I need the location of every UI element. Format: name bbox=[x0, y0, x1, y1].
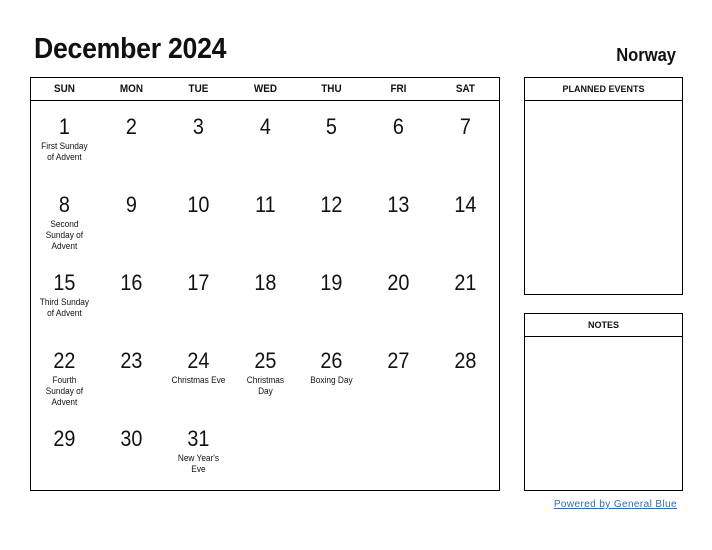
day-cell bbox=[232, 413, 299, 491]
day-number: 30 bbox=[120, 426, 143, 451]
day-number: 5 bbox=[326, 114, 338, 139]
day-cell: 2 bbox=[98, 101, 165, 179]
powered-by-link[interactable]: Powered by General Blue bbox=[554, 499, 677, 510]
day-cell: 20 bbox=[365, 257, 432, 335]
day-cell: 10 bbox=[165, 179, 232, 257]
day-number: 29 bbox=[53, 426, 76, 451]
day-cell: 11 bbox=[232, 179, 299, 257]
holiday-label: Christmas Day bbox=[246, 375, 284, 396]
day-cell: 30 bbox=[98, 413, 165, 491]
day-cell: 7 bbox=[432, 101, 499, 179]
day-cell: 6 bbox=[365, 101, 432, 179]
day-cell: 27 bbox=[365, 335, 432, 413]
day-cell: 3 bbox=[165, 101, 232, 179]
day-number: 6 bbox=[393, 114, 405, 139]
day-cell: 28 bbox=[432, 335, 499, 413]
day-cell: 25 Christmas Day bbox=[232, 335, 299, 413]
weekday-mon: MON bbox=[119, 83, 143, 95]
day-cell bbox=[365, 413, 432, 491]
day-cell: 24 Christmas Eve bbox=[165, 335, 232, 413]
day-number: 26 bbox=[320, 348, 343, 373]
day-cell: 16 bbox=[98, 257, 165, 335]
day-cell: 17 bbox=[165, 257, 232, 335]
notes-heading: NOTES bbox=[525, 314, 682, 337]
day-cell: 31 New Year's Eve bbox=[165, 413, 232, 491]
day-cell: 19 bbox=[298, 257, 365, 335]
weekday-wed: WED bbox=[253, 83, 277, 95]
day-number: 7 bbox=[460, 114, 472, 139]
weekday-header: SUN MON TUE WED THU FRI SAT bbox=[31, 78, 499, 101]
planned-events-panel: PLANNED EVENTS bbox=[524, 77, 683, 295]
day-cell: 21 bbox=[432, 257, 499, 335]
day-number: 13 bbox=[387, 192, 410, 217]
holiday-label: Third Sunday of Advent bbox=[39, 297, 90, 318]
country-label: Norway bbox=[616, 45, 676, 65]
day-number: 15 bbox=[53, 270, 76, 295]
day-cell: 5 bbox=[298, 101, 365, 179]
planned-events-heading: PLANNED EVENTS bbox=[525, 78, 682, 101]
calendar-grid: SUN MON TUE WED THU FRI SAT 1 First Sunda… bbox=[30, 77, 500, 491]
weekday-tue: TUE bbox=[188, 83, 209, 95]
day-number: 31 bbox=[187, 426, 210, 451]
day-number: 12 bbox=[320, 192, 343, 217]
day-number: 11 bbox=[254, 192, 276, 217]
day-cell bbox=[298, 413, 365, 491]
page-title: December 2024 bbox=[34, 33, 227, 65]
holiday-label: Second Sunday of Advent bbox=[45, 219, 84, 251]
day-cell: 9 bbox=[98, 179, 165, 257]
weekday-sun: SUN bbox=[53, 83, 75, 95]
weekday-sat: SAT bbox=[456, 83, 476, 95]
day-number: 18 bbox=[253, 270, 277, 295]
holiday-label: Boxing Day bbox=[310, 375, 354, 385]
day-number: 25 bbox=[253, 348, 277, 373]
day-cell: 13 bbox=[365, 179, 432, 257]
day-number: 28 bbox=[454, 348, 477, 373]
day-cell: 29 bbox=[31, 413, 98, 491]
day-number: 27 bbox=[387, 348, 410, 373]
day-cell: 15 Third Sunday of Advent bbox=[31, 257, 98, 335]
day-number: 20 bbox=[387, 270, 410, 295]
day-number: 19 bbox=[320, 270, 343, 295]
day-cell: 14 bbox=[432, 179, 499, 257]
day-cell: 22 Fourth Sunday of Advent bbox=[31, 335, 98, 413]
weekday-thu: THU bbox=[321, 83, 343, 95]
day-cell bbox=[432, 413, 499, 491]
holiday-label: Fourth Sunday of Advent bbox=[45, 375, 84, 407]
day-number: 4 bbox=[259, 114, 271, 139]
holiday-label: Christmas Eve bbox=[171, 375, 226, 385]
day-cell: 12 bbox=[298, 179, 365, 257]
day-cell: 8 Second Sunday of Advent bbox=[31, 179, 98, 257]
day-number: 1 bbox=[58, 114, 70, 139]
day-number: 23 bbox=[120, 348, 143, 373]
day-cell: 26 Boxing Day bbox=[298, 335, 365, 413]
day-number: 21 bbox=[454, 270, 477, 295]
day-number: 2 bbox=[125, 114, 137, 139]
day-number: 9 bbox=[125, 192, 137, 217]
weekday-fri: FRI bbox=[390, 83, 407, 95]
day-number: 10 bbox=[187, 192, 210, 217]
day-number: 16 bbox=[120, 270, 143, 295]
day-number: 8 bbox=[58, 192, 70, 217]
holiday-label: First Sunday of Advent bbox=[41, 141, 88, 162]
holiday-label: New Year's Eve bbox=[177, 453, 219, 474]
day-cell: 1 First Sunday of Advent bbox=[31, 101, 98, 179]
day-number: 22 bbox=[53, 348, 76, 373]
day-cell: 23 bbox=[98, 335, 165, 413]
day-number: 3 bbox=[192, 114, 204, 139]
day-cell: 18 bbox=[232, 257, 299, 335]
day-number: 14 bbox=[454, 192, 477, 217]
day-number: 17 bbox=[187, 270, 210, 295]
days-grid: 1 First Sunday of Advent 2 3 4 5 6 7 8 Second Sun… bbox=[31, 101, 499, 491]
day-cell: 4 bbox=[232, 101, 299, 179]
notes-panel: NOTES bbox=[524, 313, 683, 491]
day-number: 24 bbox=[187, 348, 210, 373]
